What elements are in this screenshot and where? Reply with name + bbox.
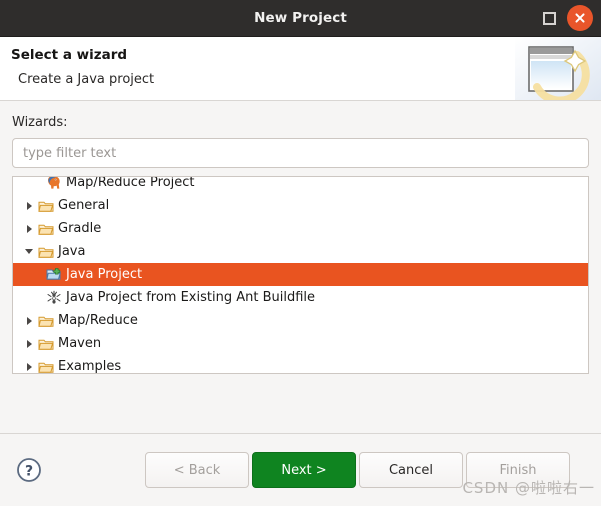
page-subtitle: Create a Java project (18, 72, 155, 87)
tree-item-label: General (58, 197, 110, 213)
ant-buildfile-icon (45, 290, 63, 306)
chevron-right-icon[interactable] (21, 201, 37, 210)
maximize-icon[interactable] (543, 11, 556, 25)
tree-item-label: Gradle (58, 220, 102, 236)
tree-item-label: Java (58, 243, 86, 259)
filter-input[interactable] (12, 138, 589, 168)
wizard-tree-rows: Map/Reduce Project General Gradle Java Java … (13, 176, 588, 374)
wizards-label: Wizards: (12, 115, 68, 130)
folder-icon (37, 221, 55, 237)
next-button[interactable]: Next > (252, 452, 356, 488)
hadoop-elephant-icon (45, 177, 63, 191)
window-controls (543, 0, 593, 36)
chevron-right-icon[interactable] (21, 316, 37, 325)
tree-item-label: Examples (58, 358, 122, 374)
tree-item-java-project[interactable]: Java Project (13, 263, 588, 286)
folder-icon (37, 313, 55, 329)
dialog-footer: ? < Back Next > Cancel Finish CSDN @啦啦右一 (0, 433, 601, 506)
tree-item-maven[interactable]: Maven (13, 332, 588, 355)
close-icon[interactable] (567, 5, 593, 31)
tree-item-map-reduce[interactable]: Map/Reduce (13, 309, 588, 332)
tree-item-label: Java Project from Existing Ant Buildfile (66, 289, 316, 305)
chevron-right-icon[interactable] (21, 362, 37, 371)
tree-item-java-project-from-existing-ant-buildfile[interactable]: Java Project from Existing Ant Buildfile (13, 286, 588, 309)
chevron-down-icon[interactable] (21, 249, 37, 254)
tree-item-map-reduce-project[interactable]: Map/Reduce Project (13, 176, 588, 194)
window-title: New Project (254, 10, 347, 26)
folder-icon (37, 336, 55, 352)
wizard-window-sparkle-icon (515, 37, 601, 100)
new-project-dialog: New Project Select a wizard Create a Jav… (0, 0, 601, 506)
chevron-right-icon[interactable] (21, 224, 37, 233)
tree-item-label: Maven (58, 335, 102, 351)
tree-item-java[interactable]: Java (13, 240, 588, 263)
wizard-header: Select a wizard Create a Java project (0, 37, 601, 101)
cancel-button[interactable]: Cancel (359, 452, 463, 488)
finish-button[interactable]: Finish (466, 452, 570, 488)
dialog-body: Wizards: Map/Reduce Project General Gradle… (0, 101, 601, 433)
chevron-right-icon[interactable] (21, 339, 37, 348)
tree-item-examples[interactable]: Examples (13, 355, 588, 374)
help-icon[interactable]: ? (16, 457, 42, 483)
folder-icon (37, 198, 55, 214)
tree-item-label: Map/Reduce Project (66, 176, 195, 190)
folder-icon (37, 359, 55, 374)
tree-item-label: Java Project (66, 266, 143, 282)
java-project-icon (45, 267, 63, 283)
wizard-tree[interactable]: Map/Reduce Project General Gradle Java Java … (12, 176, 589, 374)
page-title: Select a wizard (11, 47, 128, 63)
back-button[interactable]: < Back (145, 452, 249, 488)
tree-item-gradle[interactable]: Gradle (13, 217, 588, 240)
svg-text:?: ? (25, 464, 33, 480)
title-bar: New Project (0, 0, 601, 37)
dialog-buttons: < Back Next > Cancel Finish (145, 452, 570, 488)
folder-icon (37, 244, 55, 260)
tree-item-general[interactable]: General (13, 194, 588, 217)
tree-item-label: Map/Reduce (58, 312, 138, 328)
